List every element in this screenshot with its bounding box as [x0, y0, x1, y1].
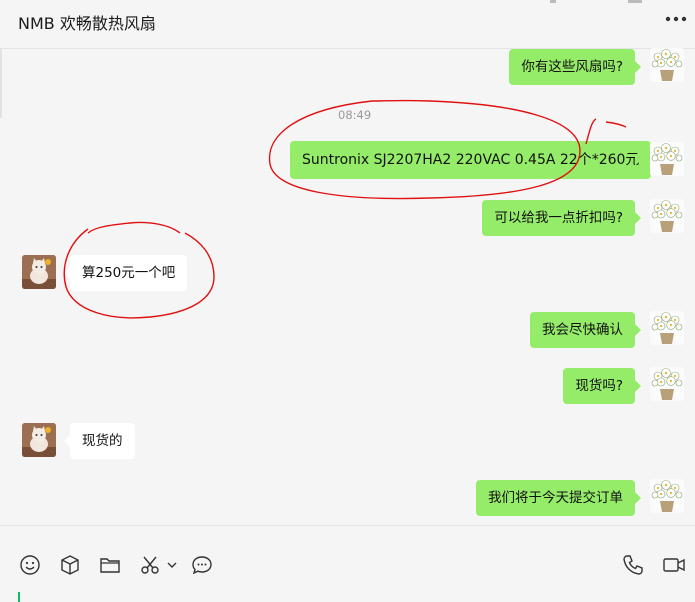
scissors-icon[interactable]: [139, 554, 163, 576]
input-toolbar: [0, 525, 695, 602]
phone-icon[interactable]: [622, 554, 646, 576]
bubble-tail: [635, 154, 641, 166]
my-message-bubble[interactable]: Suntronix SJ2207HA2 220VAC 0.45A 22个*260…: [290, 141, 652, 179]
my-message-bubble[interactable]: 我们将于今天提交订单: [476, 480, 635, 516]
bubble-tail: [635, 324, 641, 336]
bubble-tail: [635, 380, 641, 392]
my-message-bubble[interactable]: 你有这些风扇吗?: [509, 49, 635, 85]
my-avatar[interactable]: [650, 199, 684, 233]
contact-message-bubble[interactable]: 现货的: [70, 423, 135, 459]
window-edge-mark: [628, 0, 642, 3]
video-icon[interactable]: [662, 554, 686, 576]
bubble-tail: [635, 61, 641, 73]
contact-message-bubble[interactable]: 算250元一个吧: [70, 255, 188, 291]
my-avatar[interactable]: [650, 48, 684, 82]
package-icon[interactable]: [59, 554, 83, 576]
more-dots-icon[interactable]: [665, 16, 687, 22]
emoji-icon[interactable]: [19, 554, 43, 576]
contact-avatar[interactable]: [22, 423, 56, 457]
folder-icon[interactable]: [99, 554, 123, 576]
my-message-bubble[interactable]: 我会尽快确认: [530, 312, 635, 348]
chat-header: NMB 欢畅散热风扇: [0, 0, 695, 49]
my-avatar[interactable]: [650, 142, 684, 176]
my-message-bubble[interactable]: 现货吗?: [563, 368, 635, 404]
chevron-down-icon[interactable]: [166, 554, 178, 576]
my-avatar[interactable]: [650, 479, 684, 513]
timestamp: 08:49: [338, 108, 372, 122]
contact-avatar[interactable]: [22, 255, 56, 289]
chat-title[interactable]: NMB 欢畅散热风扇: [18, 10, 156, 34]
my-message-bubble[interactable]: 可以给我一点折扣吗?: [482, 200, 635, 236]
chat-bubble-icon[interactable]: [191, 554, 215, 576]
my-avatar[interactable]: [650, 367, 684, 401]
my-avatar[interactable]: [650, 311, 684, 345]
bubble-tail: [635, 212, 641, 224]
bubble-tail: [635, 492, 641, 504]
window-edge-mark: [550, 0, 556, 3]
chat-area[interactable]: 你有这些风扇吗? 08:49 Suntronix SJ2207HA2 220VA…: [0, 48, 695, 525]
